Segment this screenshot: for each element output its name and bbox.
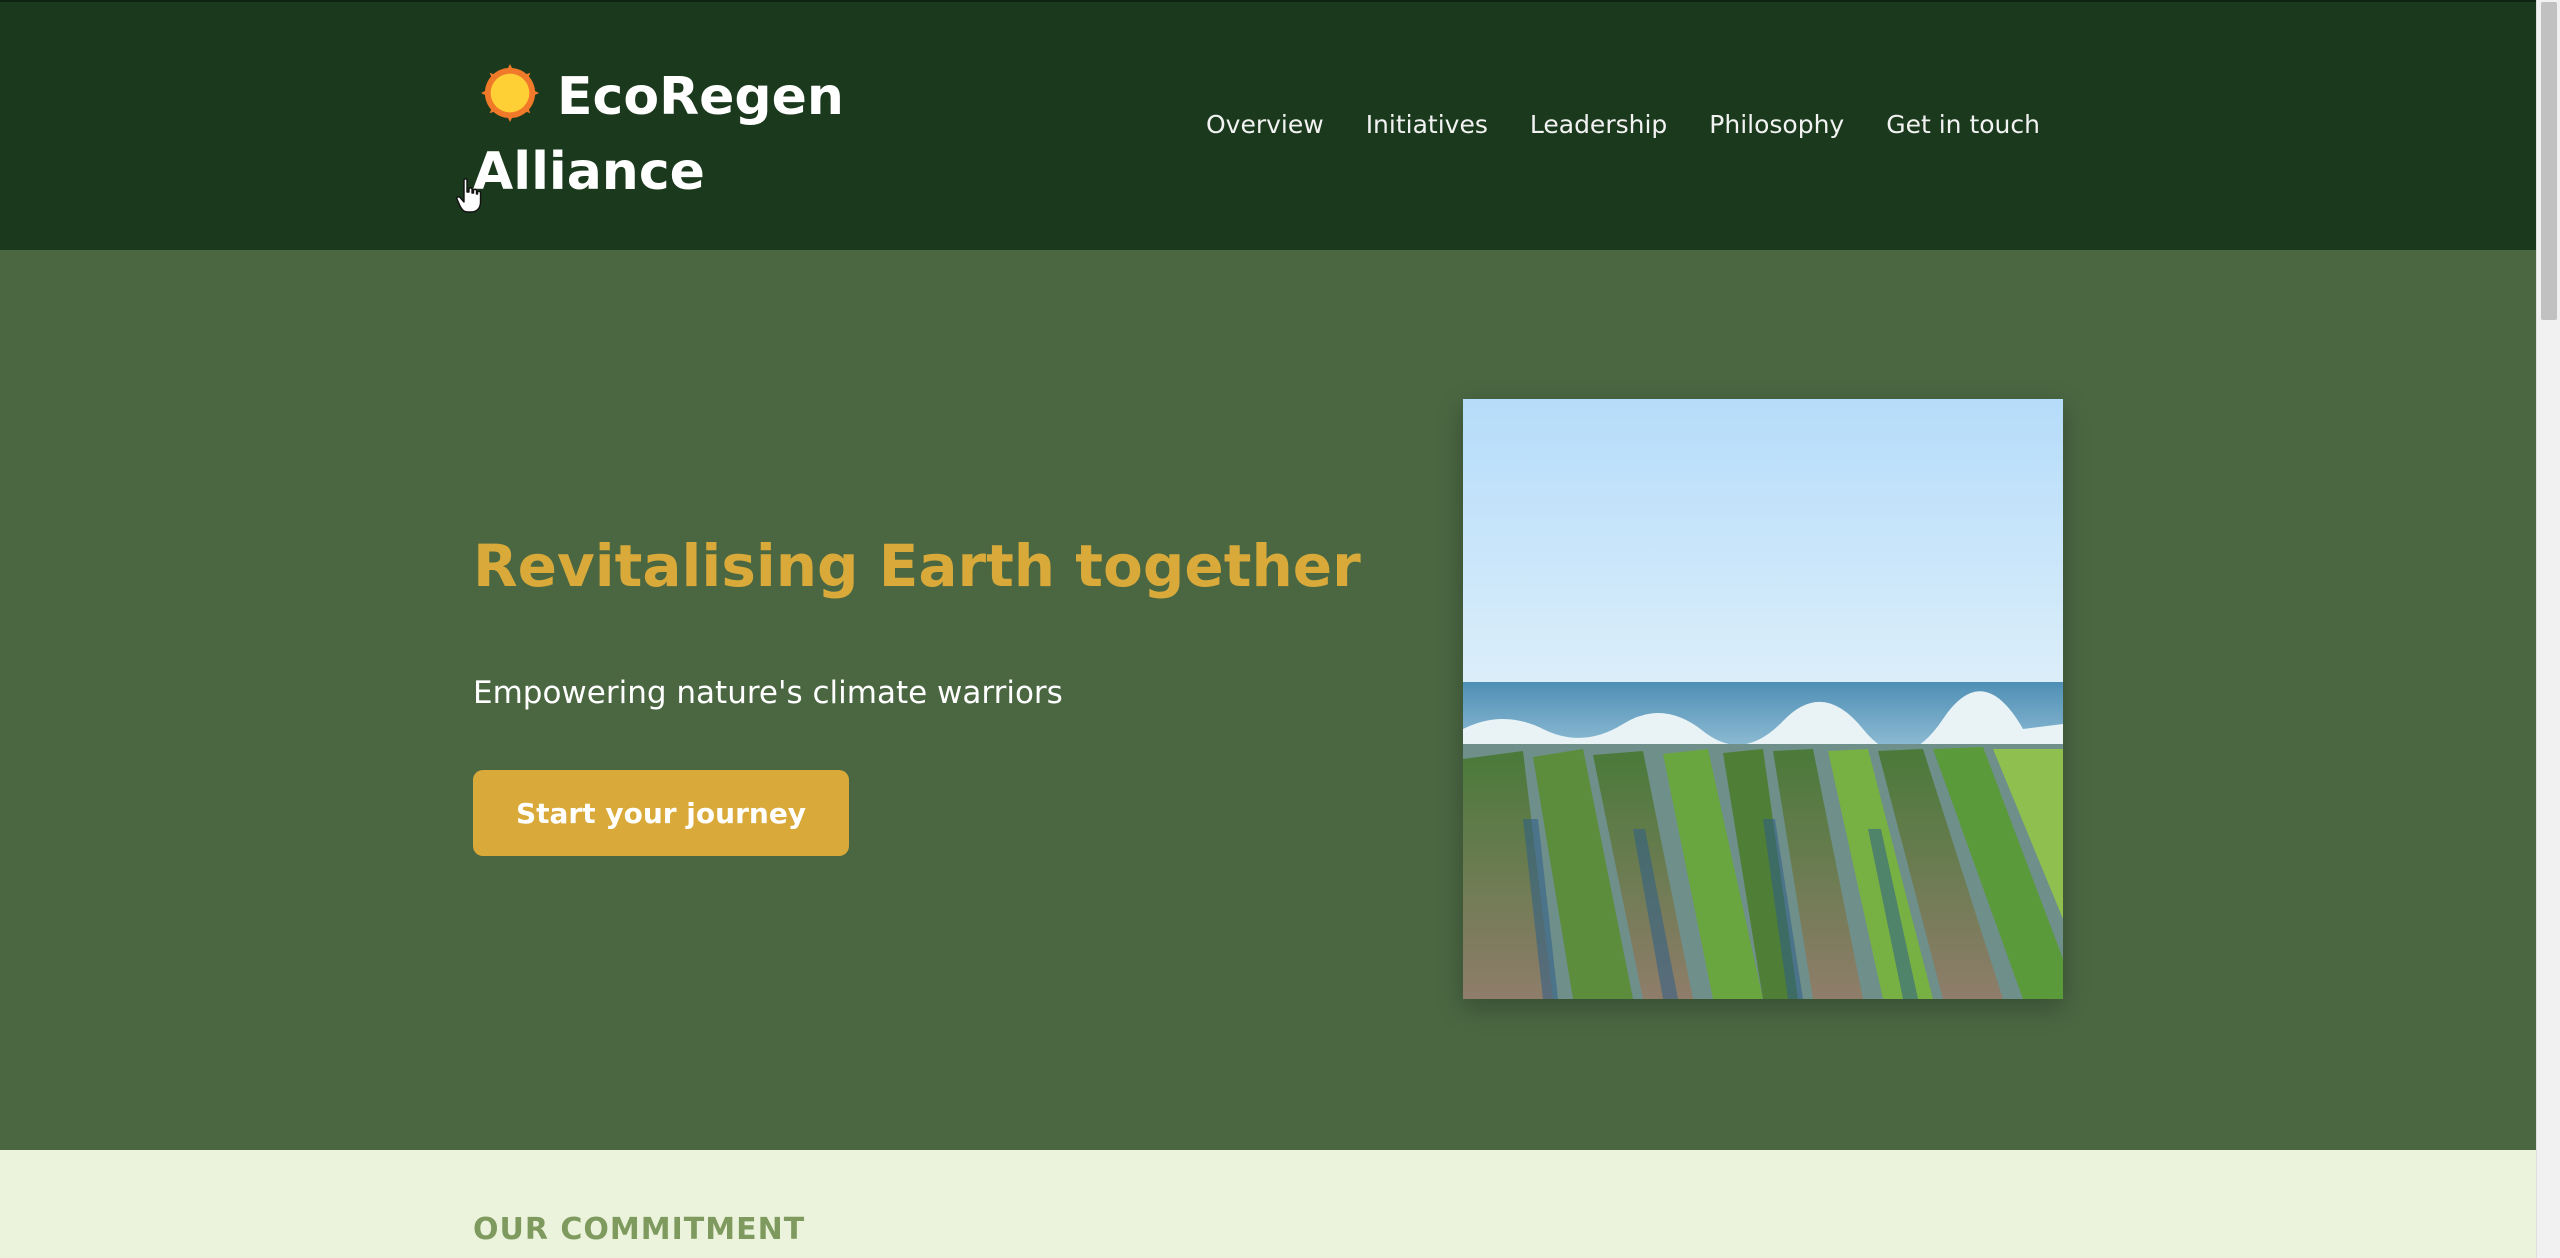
hero-title: Revitalising Earth together	[473, 532, 1361, 600]
hero-image-coastline	[1463, 399, 2063, 999]
hero-section: Revitalising Earth together Empowering n…	[0, 250, 2536, 1150]
nav-initiatives[interactable]: Initiatives	[1366, 110, 1488, 139]
hand-cursor-icon	[456, 178, 482, 213]
nav-overview[interactable]: Overview	[1206, 110, 1324, 139]
sun-icon	[481, 64, 539, 122]
nav-philosophy[interactable]: Philosophy	[1709, 110, 1844, 139]
start-journey-button[interactable]: Start your journey	[473, 770, 849, 856]
site-header: EcoRegen Alliance Overview Initiatives L…	[0, 0, 2536, 250]
nav-leadership[interactable]: Leadership	[1530, 110, 1667, 139]
hero-subtitle: Empowering nature's climate warriors	[473, 675, 1063, 711]
coastline-illustration	[1463, 399, 2063, 999]
section-label: OUR COMMITMENT	[473, 1212, 806, 1247]
vertical-scrollbar[interactable]	[2536, 0, 2560, 1258]
nav-get-in-touch[interactable]: Get in touch	[1886, 110, 2040, 139]
commitment-section: OUR COMMITMENT	[0, 1150, 2536, 1258]
brand-logo[interactable]: EcoRegen Alliance	[473, 60, 893, 210]
scrollbar-thumb[interactable]	[2541, 2, 2557, 320]
main-nav: Overview Initiatives Leadership Philosop…	[1164, 110, 2040, 139]
page: EcoRegen Alliance Overview Initiatives L…	[0, 0, 2536, 1258]
